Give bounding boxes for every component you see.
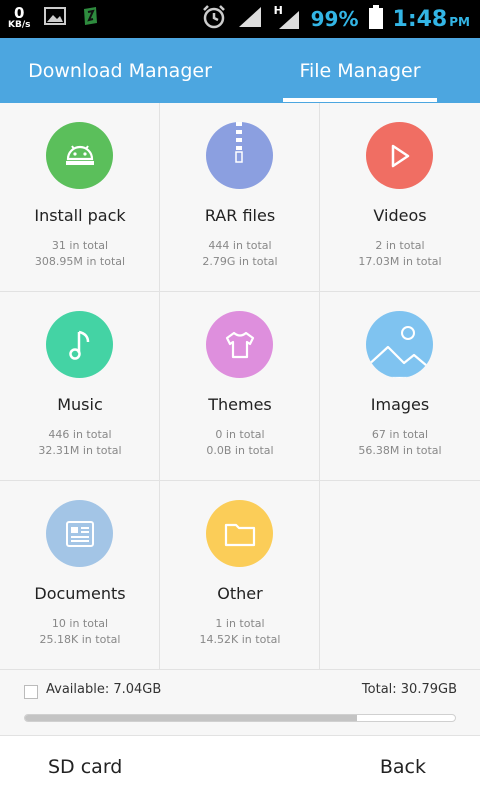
storage-progress-bar: [24, 714, 456, 722]
category-music[interactable]: Music 446 in total 32.31M in total: [0, 292, 160, 481]
music-note-icon: [46, 311, 113, 378]
zipper-icon: [206, 122, 273, 189]
category-size: 32.31M in total: [38, 444, 122, 457]
bottom-action-bar: SD card Back: [0, 735, 480, 801]
battery-percent: 99%: [310, 7, 359, 31]
category-count: 1 in total: [215, 617, 265, 630]
gallery-notification-icon: [44, 7, 67, 29]
category-count: 10 in total: [51, 617, 109, 630]
category-size: 56.38M in total: [358, 444, 442, 457]
storage-progress-fill: [25, 715, 357, 721]
category-name: Other: [217, 584, 263, 603]
active-tab-indicator: [283, 98, 437, 102]
clock: 1:48 PM: [392, 6, 470, 32]
category-other[interactable]: Other 1 in total 14.52K in total: [160, 481, 320, 670]
status-bar: 0 KB/s H 99% 1:48 PM: [0, 0, 480, 38]
category-count: 0 in total: [215, 428, 265, 441]
total-space: Total: 30.79GB: [361, 682, 457, 697]
category-name: Documents: [34, 584, 126, 603]
battery-icon: [368, 5, 383, 33]
storage-checkbox[interactable]: [24, 685, 38, 699]
signal-icon: [237, 5, 263, 33]
alarm-icon: [201, 4, 227, 34]
category-size: 2.79G in total: [202, 255, 278, 268]
category-name: Music: [57, 395, 103, 414]
tshirt-icon: [206, 311, 273, 378]
category-count: 2 in total: [375, 239, 425, 252]
category-count: 31 in total: [51, 239, 109, 252]
sd-card-button[interactable]: SD card: [48, 756, 122, 778]
category-images[interactable]: Images 67 in total 56.38M in total: [320, 292, 480, 481]
app-notification-icon: [80, 6, 100, 30]
category-size: 308.95M in total: [34, 255, 126, 268]
category-count: 67 in total: [371, 428, 429, 441]
category-size: 14.52K in total: [199, 633, 281, 646]
empty-cell: [320, 481, 480, 670]
category-themes[interactable]: Themes 0 in total 0.0B in total: [160, 292, 320, 481]
category-name: Images: [370, 395, 430, 414]
category-grid: Install pack 31 in total 308.95M in tota…: [0, 103, 480, 670]
image-icon: [366, 311, 433, 378]
category-install-pack[interactable]: Install pack 31 in total 308.95M in tota…: [0, 103, 160, 292]
category-count: 446 in total: [48, 428, 112, 441]
category-documents[interactable]: Documents 10 in total 25.18K in total: [0, 481, 160, 670]
folder-icon: [206, 500, 273, 567]
back-button[interactable]: Back: [380, 756, 426, 778]
category-count: 444 in total: [208, 239, 272, 252]
category-name: Install pack: [34, 206, 126, 225]
play-icon: [366, 122, 433, 189]
signal-h-icon: H: [273, 4, 301, 31]
storage-panel: Available: 7.04GB Total: 30.79GB: [0, 669, 480, 736]
category-size: 25.18K in total: [39, 633, 121, 646]
tab-bar: Download Manager File Manager: [0, 38, 480, 103]
android-icon: [46, 122, 113, 189]
network-speed: 0 KB/s: [8, 4, 31, 30]
category-name: Videos: [373, 206, 427, 225]
document-icon: [46, 500, 113, 567]
tab-download-manager[interactable]: Download Manager: [0, 38, 240, 103]
available-space: Available: 7.04GB: [46, 682, 162, 697]
category-size: 0.0B in total: [206, 444, 274, 457]
category-size: 17.03M in total: [358, 255, 442, 268]
category-videos[interactable]: Videos 2 in total 17.03M in total: [320, 103, 480, 292]
category-name: RAR files: [204, 206, 276, 225]
category-name: Themes: [208, 395, 272, 414]
category-rar-files[interactable]: RAR files 444 in total 2.79G in total: [160, 103, 320, 292]
tab-file-manager[interactable]: File Manager: [283, 38, 437, 103]
